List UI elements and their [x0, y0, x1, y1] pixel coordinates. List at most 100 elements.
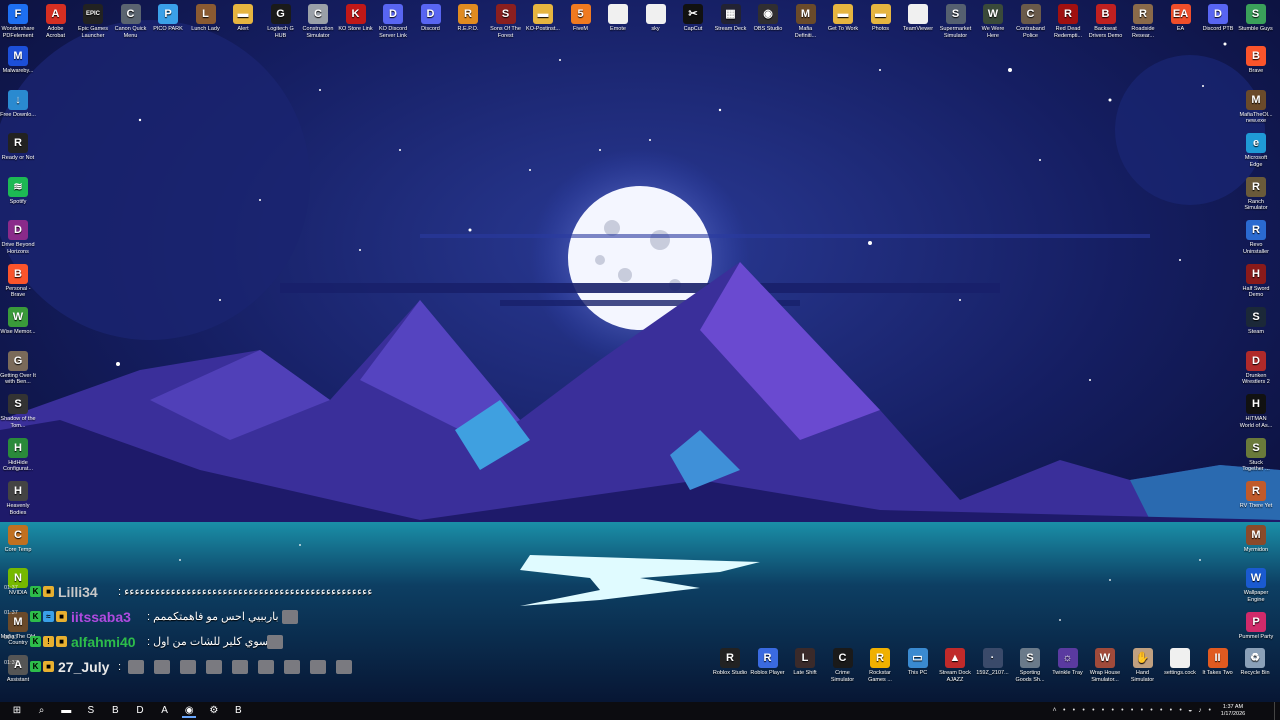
desktop-shortcut-obs-studio[interactable]: ◉ OBS Studio	[750, 4, 786, 33]
desktop-shortcut-hitman-world-of-as[interactable]: H HITMAN World of As...	[1238, 394, 1274, 429]
desktop-shortcut-logitech-g-hub[interactable]: G Logitech G HUB	[263, 4, 299, 39]
desktop-shortcut-wondershare-pdfelement[interactable]: F Wondershare PDFelement	[0, 4, 36, 39]
desktop-shortcut-core-temp[interactable]: C Core Temp	[0, 524, 36, 554]
desktop-shortcut-settings-cock[interactable]: settings.cock	[1162, 648, 1198, 677]
desktop-shortcut-brave[interactable]: B Brave	[1238, 46, 1274, 75]
desktop-shortcut-rockstar-games[interactable]: R Rockstar Games ...	[862, 648, 898, 683]
app-tray-icon[interactable]: •	[1147, 706, 1156, 715]
obs-taskbar-icon[interactable]: ◉	[182, 704, 197, 718]
desktop-shortcut-hidhide-configurat[interactable]: H HidHide Configurat...	[0, 437, 36, 473]
desktop-shortcut-teamviewer[interactable]: TeamViewer	[900, 4, 936, 33]
desktop-shortcut-adobe-acrobat[interactable]: A Adobe Acrobat	[38, 4, 74, 39]
desktop-shortcut-hand-simulator[interactable]: ✋ Hand Simulator	[1125, 648, 1161, 683]
desktop-shortcut-roadside-resear[interactable]: R Roadside Resear...	[1125, 4, 1161, 39]
show-desktop-button[interactable]	[1274, 702, 1280, 720]
app-tray-icon[interactable]: •	[1060, 706, 1069, 715]
desktop-shortcut-159z-2107[interactable]: · 159Z_2107...	[975, 648, 1011, 677]
brave-window-taskbar-icon[interactable]: B	[231, 704, 245, 718]
desktop-shortcut-recycle-bin[interactable]: ♻ Recycle Bin	[1237, 648, 1273, 677]
desktop-shortcut-r-e-p-o[interactable]: R R.E.P.O.	[450, 4, 486, 33]
desktop-shortcut-ko-postinst[interactable]: ▬ KO-Postinst...	[525, 4, 561, 33]
desktop-shortcut-discord-ptb[interactable]: D Discord PTB	[1200, 4, 1236, 33]
discord-taskbar-icon[interactable]: D	[133, 704, 147, 718]
desktop-shortcut-stream-deck[interactable]: ▦ Stream Deck	[713, 4, 749, 33]
desktop-shortcut-emote[interactable]: Emote	[600, 4, 636, 33]
desktop-shortcut-ko-discord-server-link[interactable]: D KO Discord Server Link	[375, 4, 411, 39]
app-tray-icon[interactable]: •	[1099, 706, 1108, 715]
desktop-shortcut-roblox-studio[interactable]: R Roblox Studio	[712, 648, 748, 677]
chat-username[interactable]: Lilli34	[58, 583, 98, 601]
desktop-shortcut-wrap-house-simulator[interactable]: W Wrap House Simulator...	[1087, 648, 1123, 683]
desktop-shortcut-stumble-guys[interactable]: S Stumble Guys	[1238, 4, 1274, 33]
desktop-shortcut-half-sword-demo[interactable]: H Half Sword Demo	[1238, 263, 1274, 299]
acrobat-taskbar-icon[interactable]: A	[158, 704, 172, 718]
desktop-shortcut-contraband-police[interactable]: C Contraband Police	[1013, 4, 1049, 39]
desktop-shortcut-ko-store-link[interactable]: K KO Store Link	[338, 4, 374, 33]
desktop-shortcut-this-pc[interactable]: ▭ This PC	[900, 648, 936, 677]
desktop-shortcut-wallpaper-engine[interactable]: W Wallpaper Engine	[1238, 568, 1274, 603]
desktop-shortcut-lunch-lady[interactable]: L Lunch Lady	[188, 4, 224, 33]
chat-username[interactable]: iitssaba3	[71, 608, 131, 626]
desktop-shortcut-stuck-together[interactable]: S Stuck Together ...	[1238, 437, 1274, 473]
search-icon[interactable]: ⌕	[35, 704, 49, 718]
app-tray-icon[interactable]: •	[1069, 706, 1078, 715]
desktop-shortcut-epic-games-launcher[interactable]: EPIC Epic Games Launcher	[75, 4, 111, 39]
chat-username[interactable]: alfahmi40	[71, 633, 136, 651]
desktop-shortcut-malwareby[interactable]: M Malwareby...	[0, 46, 36, 75]
desktop-shortcut-late-shift[interactable]: L Late Shift	[787, 648, 823, 677]
app-tray-icon[interactable]: •	[1079, 706, 1088, 715]
app-tray-icon[interactable]: •	[1128, 706, 1137, 715]
desktop-shortcut-crime-simulator[interactable]: C Crime Simulator	[825, 648, 861, 683]
desktop-shortcut-revo-uninstaller[interactable]: R Revo Uninstaller	[1238, 220, 1274, 255]
desktop-shortcut-roblox-player[interactable]: R Roblox Player	[750, 648, 786, 677]
desktop-shortcut-heavenly-bodies[interactable]: H Heavenly Bodies	[0, 481, 36, 516]
desktop-shortcut-personal-brave[interactable]: B Personal - Brave	[0, 263, 36, 299]
desktop-shortcut-wise-memor[interactable]: W Wise Memor...	[0, 307, 36, 336]
desktop-shortcut-sons-of-the-forest[interactable]: S Sons Of The Forest	[488, 4, 524, 39]
desktop-shortcut-pico-park[interactable]: P PICO PARK	[150, 4, 186, 33]
desktop-shortcut-red-dead-redempti[interactable]: R Red Dead Redempti...	[1050, 4, 1086, 39]
desktop-shortcut-getting-over-it-with-ben[interactable]: G Getting Over It with Ben...	[0, 350, 36, 386]
desktop-shortcut-mafia-definiti[interactable]: M Mafia Definiti...	[788, 4, 824, 39]
desktop-shortcut-backseat-drivers-demo[interactable]: B Backseat Drivers Demo	[1088, 4, 1124, 39]
app-tray-icon[interactable]: •	[1118, 706, 1127, 715]
desktop-shortcut-stream-dock-ajazz[interactable]: ▲ Stream Dock AJAZZ	[937, 648, 973, 683]
file-explorer-icon[interactable]: ▬	[59, 704, 73, 718]
app-tray-icon[interactable]: •	[1176, 706, 1185, 715]
desktop-shortcut-construction-simulator[interactable]: C Construction Simulator	[300, 4, 336, 39]
settings-taskbar-icon[interactable]: ⚙	[207, 704, 221, 718]
desktop-shortcut-fivem[interactable]: 5 FiveM	[563, 4, 599, 33]
desktop-shortcut-sporting-goods-sh[interactable]: S Sporting Goods Sh...	[1012, 648, 1048, 683]
volume-icon[interactable]: ♪	[1196, 706, 1205, 715]
desktop-shortcut-supermarket-simulator[interactable]: S Supermarket Simulator	[938, 4, 974, 39]
network-icon[interactable]: ◒	[1186, 706, 1195, 715]
app-tray-icon[interactable]: •	[1157, 706, 1166, 715]
app-tray-icon[interactable]: •	[1137, 706, 1146, 715]
desktop-shortcut-rv-there-yet[interactable]: R RV There Yet	[1238, 481, 1274, 510]
desktop-shortcut-pummel-party[interactable]: P Pummel Party	[1238, 611, 1274, 641]
app-tray-icon[interactable]: •	[1089, 706, 1098, 715]
chat-username[interactable]: 27_July	[58, 658, 109, 676]
desktop-shortcut-microsoft-edge[interactable]: e Microsoft Edge	[1238, 133, 1274, 168]
start-icon[interactable]: ⊞	[10, 704, 24, 718]
desktop-shortcut-ready-or-not[interactable]: R Ready or Not	[0, 133, 36, 162]
chevron-up-icon[interactable]: ˄	[1050, 706, 1059, 715]
desktop-shortcut-twinkle-tray[interactable]: ☼ Twinkle Tray	[1050, 648, 1086, 677]
desktop-shortcut-sky[interactable]: sky	[638, 4, 674, 33]
desktop-shortcut-myrmidon[interactable]: M Myrmidon	[1238, 524, 1274, 554]
desktop-shortcut-mafiatheol-new-exe[interactable]: M MafiaTheOl... new.exe	[1238, 89, 1274, 125]
desktop-shortcut-capcut[interactable]: ✂ CapCut	[675, 4, 711, 33]
brave-taskbar-icon[interactable]: B	[108, 704, 122, 718]
system-clock[interactable]: 1:37 AM 1/17/2026	[1218, 704, 1248, 718]
desktop-shortcut-get-to-work[interactable]: ▬ Get To Work	[825, 4, 861, 33]
desktop-shortcut-ea[interactable]: EA EA	[1163, 4, 1199, 33]
desktop-shortcut-spotify[interactable]: ≋ Spotify	[0, 176, 36, 206]
desktop-shortcut-free-downlo[interactable]: ↓ Free Downlo...	[0, 89, 36, 119]
language-icon[interactable]: •	[1205, 706, 1214, 715]
desktop-shortcut-canon-quick-menu[interactable]: C Canon Quick Menu	[113, 4, 149, 39]
desktop-shortcut-photos[interactable]: ▬ Photos	[863, 4, 899, 33]
app-tray-icon[interactable]: •	[1108, 706, 1117, 715]
desktop-shortcut-it-takes-two[interactable]: II It Takes Two	[1200, 648, 1236, 677]
desktop-shortcut-we-were-here[interactable]: W We Were Here	[975, 4, 1011, 39]
desktop-shortcut-ranch-simulator[interactable]: R Ranch Simulator	[1238, 176, 1274, 212]
